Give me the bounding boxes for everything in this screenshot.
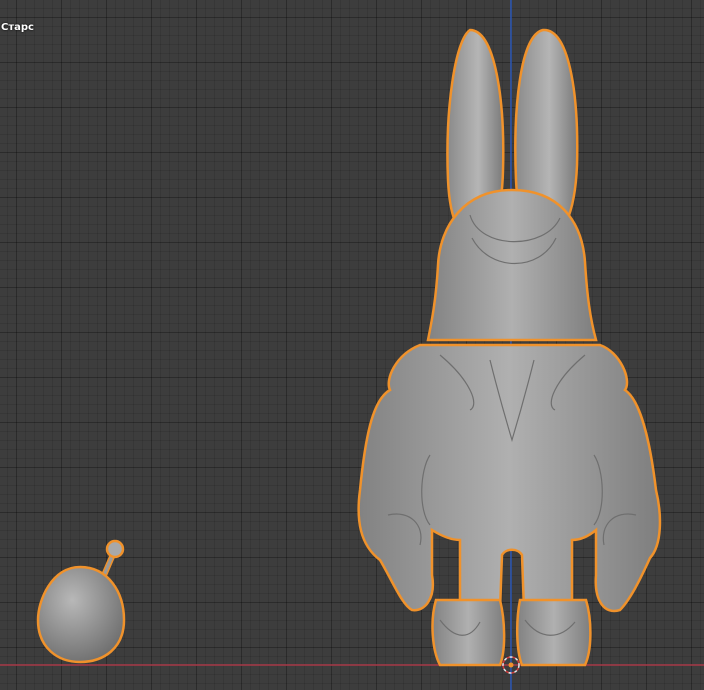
- scene-canvas[interactable]: [0, 0, 704, 690]
- egg-antenna-ball: [105, 539, 125, 559]
- bunny-torso[interactable]: [357, 343, 662, 615]
- bunny-right-leg[interactable]: [515, 598, 592, 667]
- bunny-character[interactable]: [357, 28, 662, 667]
- egg-body[interactable]: [36, 565, 126, 664]
- 3d-viewport[interactable]: Старс: [0, 0, 704, 690]
- egg-creature[interactable]: [36, 539, 126, 664]
- bunny-left-leg[interactable]: [431, 598, 506, 667]
